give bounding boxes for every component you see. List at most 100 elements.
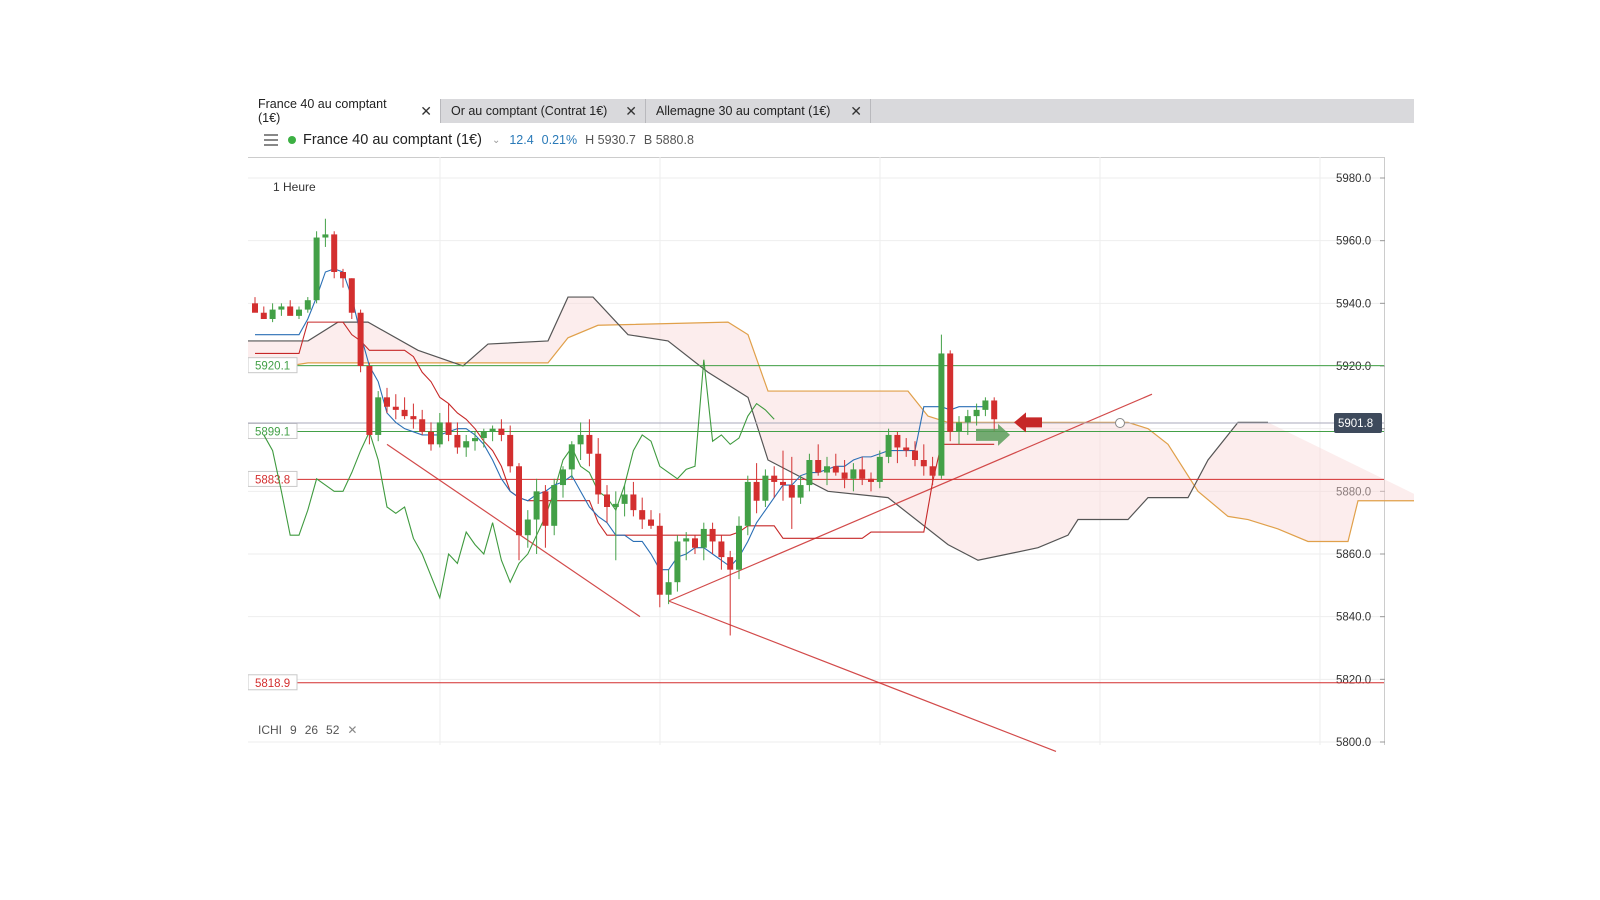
trendline-down	[386, 443, 641, 618]
candle-body	[331, 234, 338, 272]
candle-body	[824, 466, 830, 473]
candle-body	[340, 272, 346, 279]
candle-body	[859, 469, 866, 479]
tab-label: France 40 au comptant (1€)	[258, 97, 387, 125]
indicator-param: 9	[290, 723, 297, 737]
candle-body	[753, 481, 760, 501]
candle-body	[296, 309, 302, 316]
tab-bar: France 40 au comptant (1€) ✕ Or au compt…	[248, 97, 1414, 125]
candle-body	[507, 434, 514, 467]
price-level-label: 5899.1	[255, 426, 290, 438]
candle-body	[392, 406, 399, 410]
remove-indicator-icon[interactable]: ✕	[347, 723, 357, 737]
candle-body	[938, 353, 945, 476]
y-axis-label: 5840.0	[1336, 612, 1371, 624]
timeframe-label[interactable]: 1 Heure	[273, 180, 316, 194]
candle-body	[797, 485, 804, 498]
candle-body	[885, 434, 892, 457]
y-axis-label: 5980.0	[1336, 173, 1371, 185]
tab-allemagne-30[interactable]: Allemagne 30 au comptant (1€) ✕	[646, 99, 871, 123]
candle-body	[604, 494, 610, 507]
tab-france-40[interactable]: France 40 au comptant (1€) ✕	[248, 97, 441, 125]
y-axis-label: 5940.0	[1336, 298, 1371, 310]
y-axis-label: 5800.0	[1336, 737, 1371, 749]
candle-body	[780, 481, 786, 486]
trading-app: France 40 au comptant (1€) ✕ Or au compt…	[248, 97, 1414, 765]
high-price: H 5930.7	[585, 133, 636, 147]
market-status-dot	[288, 136, 296, 144]
y-axis-label: 5920.0	[1336, 361, 1371, 373]
candle-body	[762, 475, 769, 501]
close-icon[interactable]: ✕	[850, 103, 862, 120]
candle-body	[436, 422, 443, 445]
candle-body	[639, 510, 646, 520]
y-axis-label: 5960.0	[1336, 236, 1371, 248]
chevron-down-icon[interactable]: ⌄	[492, 135, 500, 146]
candle-body	[832, 466, 839, 473]
candle-body	[964, 416, 971, 423]
candle-body	[542, 491, 549, 526]
indicator-param: 26	[304, 723, 319, 737]
candle-body	[912, 450, 918, 460]
candle-body	[815, 460, 822, 473]
tab-or-au-comptant[interactable]: Or au comptant (Contrat 1€) ✕	[441, 99, 646, 123]
tab-label: Or au comptant (Contrat 1€)	[451, 104, 608, 118]
candle-body	[894, 434, 901, 448]
candle-body	[683, 538, 690, 542]
candle-body	[577, 434, 584, 445]
candle-body	[410, 416, 417, 420]
candle-body	[718, 541, 725, 558]
candle-body	[947, 353, 954, 432]
price-chart[interactable]: 5800.05820.05840.05860.05880.05900.05920…	[248, 157, 1414, 765]
candle-body	[260, 312, 267, 319]
candle-body	[788, 485, 795, 498]
candle-body	[727, 557, 734, 570]
candle-body	[656, 525, 663, 595]
candle-body	[252, 303, 258, 313]
candle-body	[568, 444, 575, 470]
candle-body	[850, 469, 857, 479]
candle-body	[920, 460, 927, 467]
candle-body	[700, 528, 707, 548]
candle-body	[692, 538, 698, 548]
candle-body	[973, 409, 980, 417]
candle-body	[674, 541, 681, 583]
candle-body	[401, 409, 408, 417]
y-axis-label: 5820.0	[1336, 674, 1371, 686]
candle-body	[612, 503, 619, 507]
y-axis-label: 5860.0	[1336, 549, 1371, 561]
candle-body	[366, 366, 373, 435]
candle-body	[375, 397, 382, 435]
candle-body	[982, 400, 989, 410]
price-change: 12.4	[509, 133, 534, 147]
indicator-name[interactable]: ICHI	[258, 723, 282, 737]
candle-body	[956, 422, 962, 432]
price-level-label: 5920.1	[255, 361, 290, 373]
candle-body	[621, 494, 628, 504]
chart-canvas[interactable]: 5800.05820.05840.05860.05880.05900.05920…	[248, 157, 1414, 765]
tab-label: Allemagne 30 au comptant (1€)	[656, 104, 831, 118]
candle-body	[445, 422, 452, 435]
candle-body	[384, 397, 390, 407]
hamburger-menu-icon[interactable]	[264, 134, 278, 146]
candle-body	[876, 456, 883, 482]
candle-body	[709, 528, 716, 542]
current-price-label: 5901.8	[1338, 418, 1373, 430]
candle-body	[278, 306, 285, 310]
candle-body	[357, 312, 364, 366]
candle-body	[428, 431, 434, 445]
candle-body	[744, 481, 751, 526]
candle-body	[348, 278, 355, 313]
candle-body	[630, 494, 637, 511]
candle-body	[516, 466, 522, 536]
trendline-down-long	[668, 600, 1057, 752]
candle-body	[903, 447, 910, 451]
symbol-name[interactable]: France 40 au comptant (1€)	[303, 132, 482, 148]
candle-body	[841, 472, 848, 479]
candle-body	[929, 466, 936, 476]
close-icon[interactable]: ✕	[625, 103, 637, 120]
candle-body	[551, 485, 558, 526]
close-icon[interactable]: ✕	[420, 103, 432, 120]
candle-body	[665, 582, 672, 595]
indicator-param: 52	[326, 723, 340, 737]
